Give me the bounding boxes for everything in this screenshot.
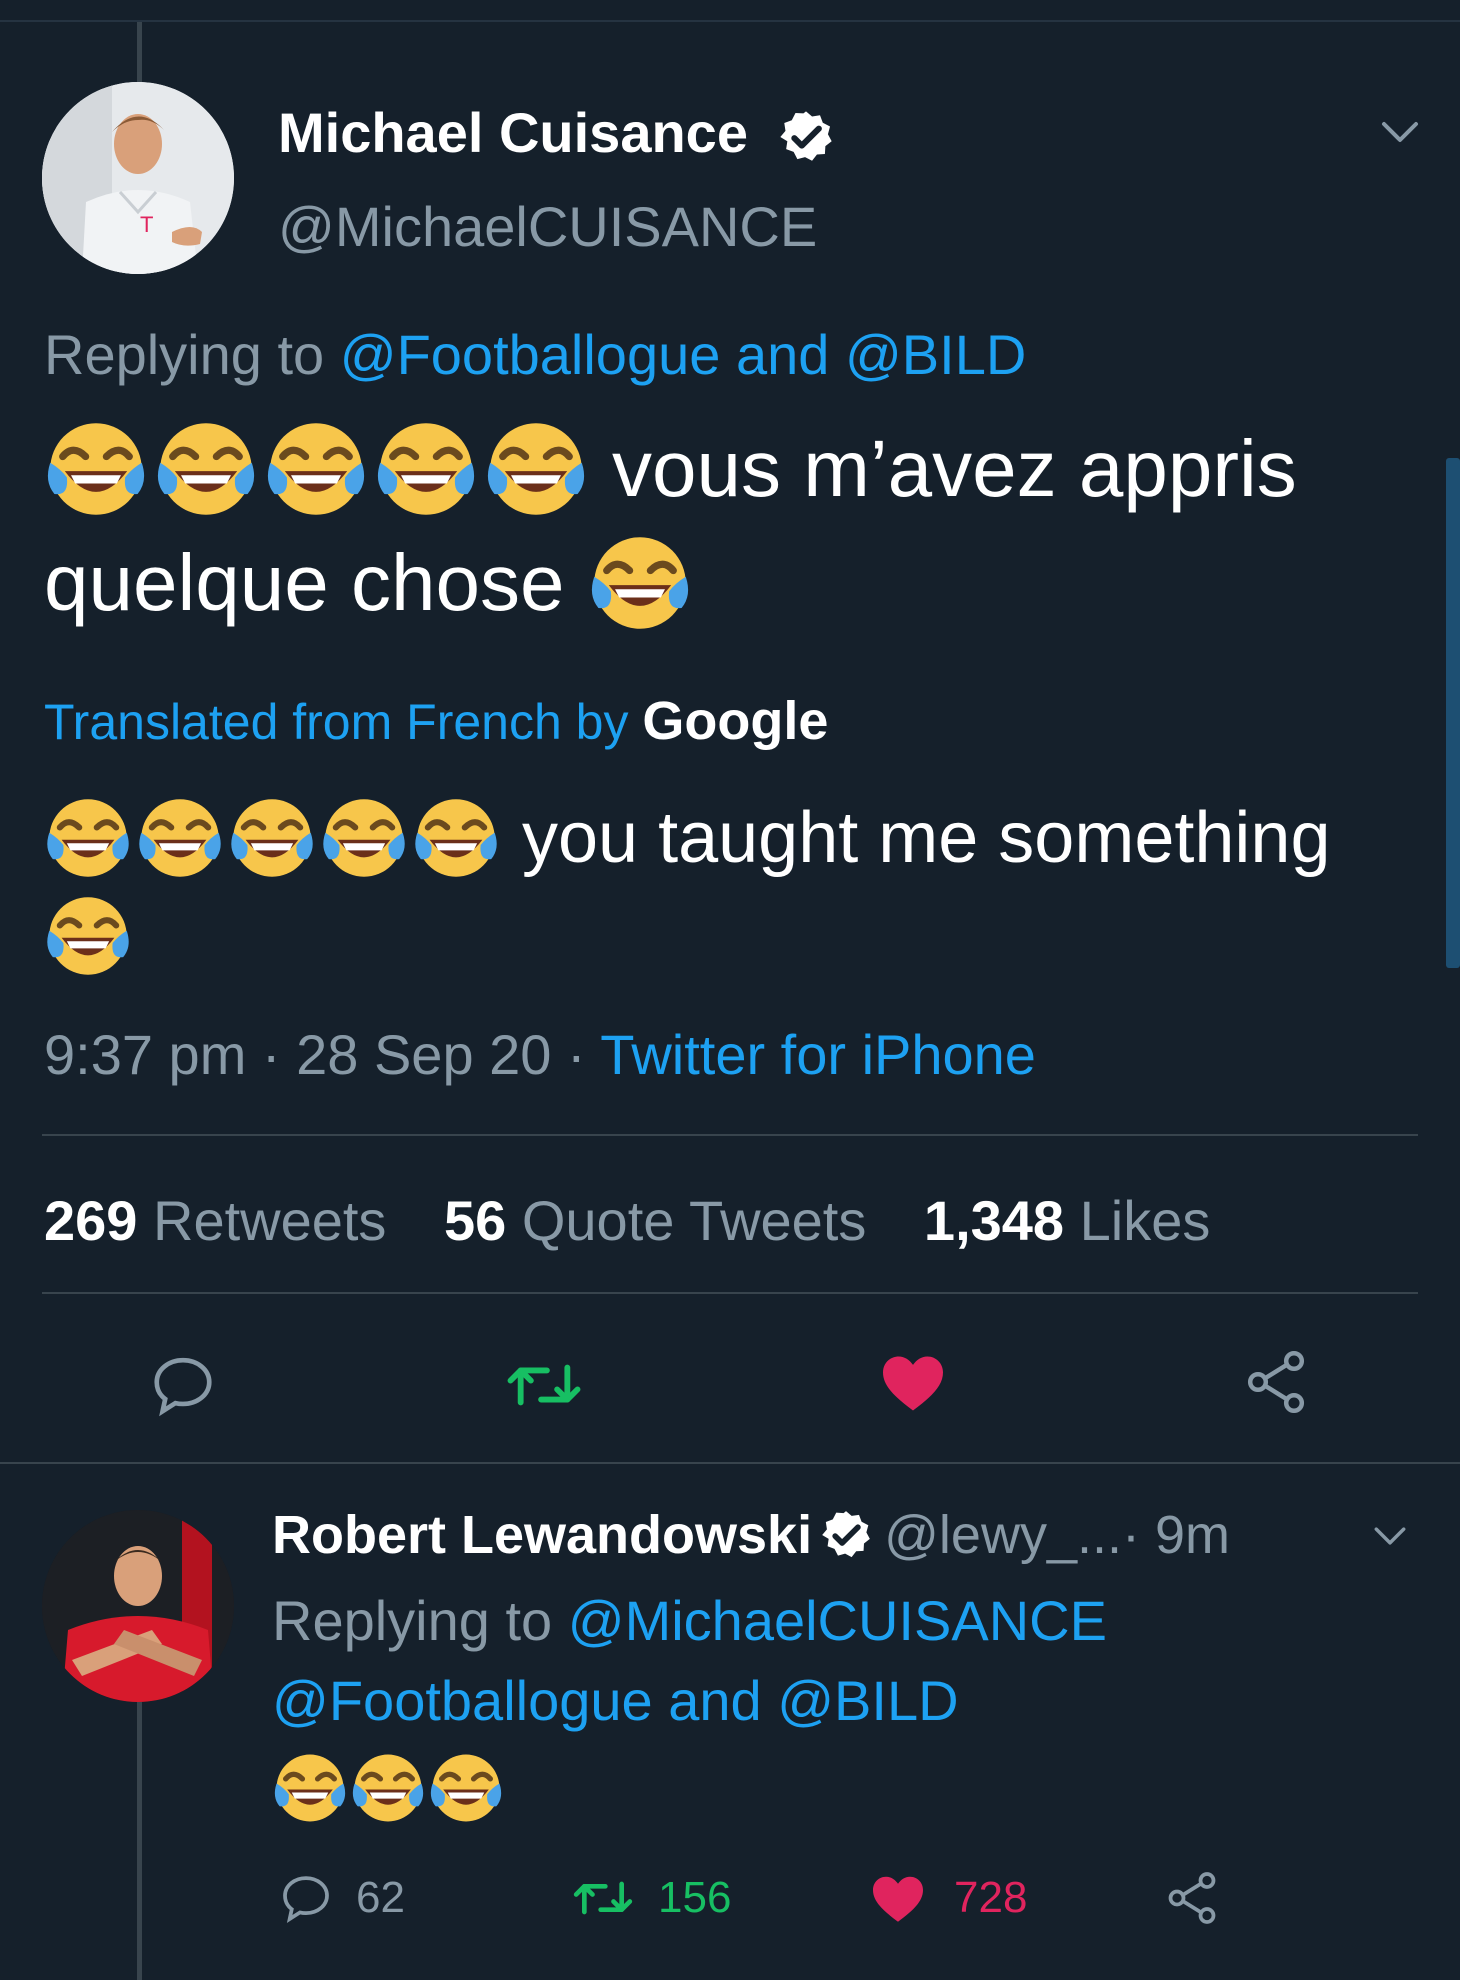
tweet-text-line2: quelque chose [44,538,565,627]
thread-line-top [137,22,142,84]
verified-badge-icon [820,1509,872,1561]
reply-text [272,1750,504,1826]
heart-icon [873,1876,923,1922]
reply-icon[interactable] [148,1350,218,1420]
reply-icon [283,1876,329,1923]
reply-reply-button[interactable]: 62 [278,1870,405,1926]
reply-retweet-count: 156 [658,1873,732,1922]
joy-emoji-icon [136,794,224,882]
reply-replying-to-link[interactable]: @MichaelCUISANCE [568,1589,1107,1652]
divider [42,1134,1418,1136]
tweet-text-line2-row: quelque chose [44,528,692,638]
joy-emoji-icon [320,794,408,882]
likes-count: 1,348 [923,1189,1065,1252]
joy-emoji-icon [154,417,258,521]
chevron-down-icon[interactable] [1372,1524,1408,1548]
reply-header: Robert Lewandowski @lewy_... · 9m [272,1504,1230,1566]
tweet-source[interactable]: Twitter for iPhone [600,1023,1036,1086]
joy-emoji-icon [412,794,500,882]
translation-label[interactable]: Translated from French by Google [44,690,828,752]
reply-reply-count: 62 [356,1873,405,1922]
replying-prefix: Replying to [44,323,340,386]
joy-emoji-icon [272,1750,348,1826]
tweet-text-line1-row: vous m’avez appris [44,414,1297,524]
reply-author-avatar[interactable] [42,1510,234,1702]
joy-emoji-icon [484,417,588,521]
translated-text-row: you taught me something [44,790,1331,886]
tweet-text-line1: vous m’avez appris [612,424,1297,513]
joy-emoji-icon [44,794,132,882]
translated-from-label[interactable]: Translated from French by [44,694,642,750]
svg-text:T: T [140,212,153,237]
section-divider [0,1462,1460,1464]
retweets-count: 269 [44,1189,138,1252]
retweet-icon[interactable] [502,1350,586,1420]
replying-to-link[interactable]: @Footballogue and @BILD [340,323,1027,386]
chevron-down-icon[interactable] [1380,118,1420,146]
reply-replying-to: Replying to @MichaelCUISANCE [272,1588,1107,1653]
tweet-timestamp[interactable]: 9:37 pm · 28 Sep 20 · [44,1023,600,1086]
reply-author-name[interactable]: Robert Lewandowski [272,1504,812,1566]
joy-emoji-icon [228,794,316,882]
author-avatar[interactable]: T [42,82,234,274]
joy-emoji-icon [44,417,148,521]
reply-author-handle[interactable]: @lewy_... [884,1504,1122,1566]
joy-emoji-icon [264,417,368,521]
scrollbar[interactable] [1446,458,1460,968]
likes-label: Likes [1064,1189,1211,1252]
translated-emoji-row [44,892,132,980]
joy-emoji-icon [350,1750,426,1826]
author-name[interactable]: Michael Cuisance [278,101,748,164]
retweet-icon [573,1881,633,1915]
heart-icon[interactable] [876,1346,950,1418]
reply-like-button[interactable]: 728 [868,1868,1027,1928]
share-icon[interactable] [1240,1346,1312,1418]
joy-emoji-icon [588,531,692,635]
author-handle[interactable]: @MichaelCUISANCE [278,194,817,259]
reply-like-count: 728 [954,1873,1028,1922]
tweet-meta: 9:37 pm · 28 Sep 20 · Twitter for iPhone [44,1022,1036,1087]
joy-emoji-icon [374,417,478,521]
tweet-stats: 269 Retweets 56 Quote Tweets 1,348 Likes [44,1188,1210,1253]
translated-text: you taught me something [522,798,1331,878]
quotes-stat[interactable]: 56 Quote Tweets [444,1189,866,1252]
joy-emoji-icon [44,892,132,980]
quotes-count: 56 [444,1189,507,1252]
reply-replying-prefix: Replying to [272,1589,568,1652]
retweets-stat[interactable]: 269 Retweets [44,1189,386,1252]
reply-retweet-button[interactable]: 156 [570,1870,731,1926]
quotes-label: Quote Tweets [506,1189,867,1252]
share-icon[interactable] [1162,1868,1222,1928]
top-divider [0,20,1460,22]
google-logo: Google [642,691,829,751]
verified-badge-icon [778,109,834,165]
reply-timestamp[interactable]: · 9m [1122,1504,1230,1566]
joy-emoji-icon [428,1750,504,1826]
replying-to: Replying to @Footballogue and @BILD [44,322,1026,387]
reply-replying-to-link[interactable]: @Footballogue and @BILD [272,1668,959,1733]
divider [42,1292,1418,1294]
likes-stat[interactable]: 1,348 Likes [924,1189,1210,1252]
retweets-label: Retweets [137,1189,387,1252]
thread-line-bottom [137,1700,142,1980]
